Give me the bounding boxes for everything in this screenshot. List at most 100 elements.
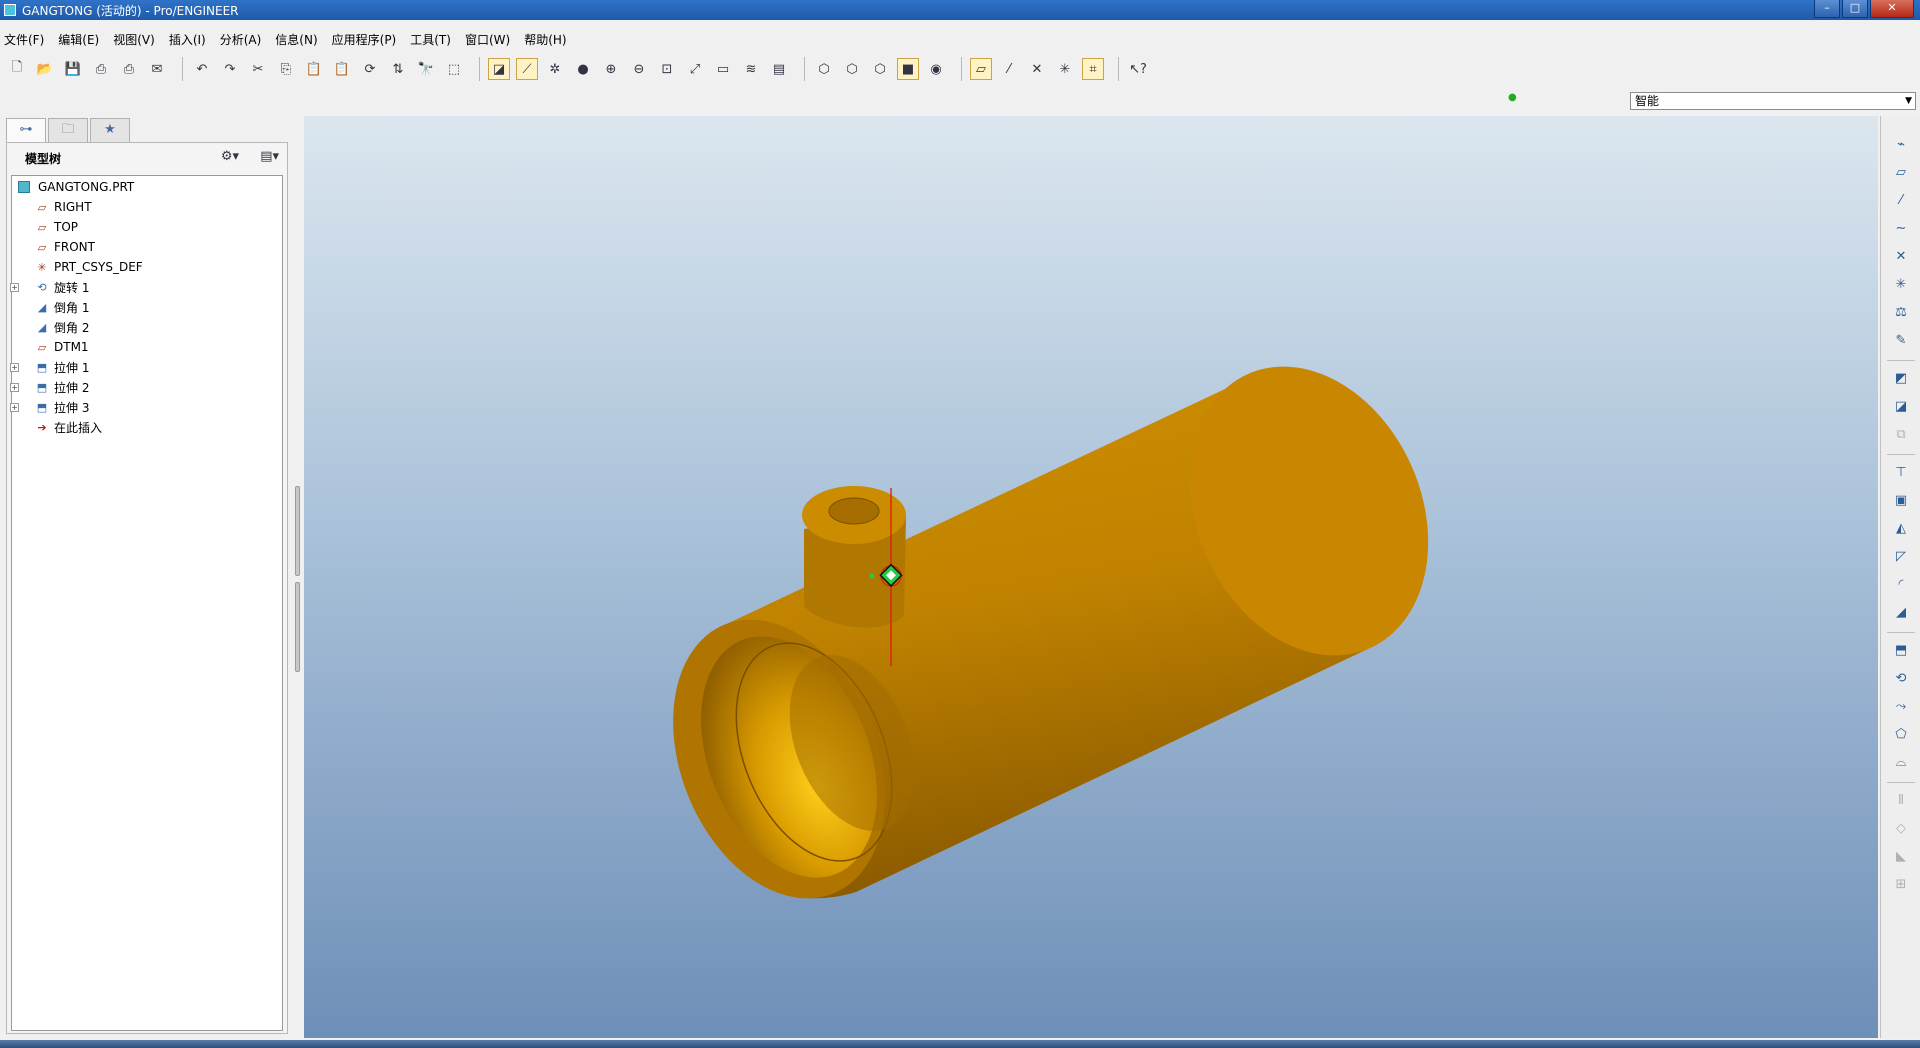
tree-item-csys[interactable]: ✳ PRT_CSYS_DEF <box>34 258 142 276</box>
email-icon[interactable]: ✉ <box>146 58 168 80</box>
minimize-icon[interactable]: – <box>1814 0 1840 18</box>
datum-plane-display-icon[interactable]: ◪ <box>488 58 510 80</box>
splitter-handle[interactable] <box>295 582 300 672</box>
tree-item-extrude-2[interactable]: + ⬒ 拉伸 2 <box>10 378 89 396</box>
reorient-icon[interactable]: ⤢ <box>684 58 706 80</box>
rib-tool-icon[interactable]: ◭ <box>1890 518 1912 540</box>
saved-views-icon[interactable]: ▭ <box>712 58 734 80</box>
find-icon[interactable]: 🔭 <box>415 58 437 80</box>
chamfer-tool-icon[interactable]: ◢ <box>1890 602 1912 624</box>
menu-analysis[interactable]: 分析(A) <box>220 31 262 48</box>
cut-icon[interactable]: ✂ <box>247 58 269 80</box>
analysis-tool-icon[interactable]: ⚖ <box>1890 302 1912 324</box>
annotation-display-icon[interactable]: ⌗ <box>1082 58 1104 80</box>
menu-help[interactable]: 帮助(H) <box>524 31 566 48</box>
paste-special-icon[interactable]: 📋 <box>331 58 353 80</box>
shading-style-icon[interactable]: ● <box>572 58 594 80</box>
extrude-tool-icon[interactable]: ⬒ <box>1890 640 1912 662</box>
no-hidden-icon[interactable]: ⬡ <box>869 58 891 80</box>
tree-settings-icon[interactable]: ⚙▾ <box>221 149 239 164</box>
menu-window[interactable]: 窗口(W) <box>465 31 510 48</box>
save-icon[interactable]: 💾 <box>62 58 84 80</box>
tree-item-right[interactable]: ▱ RIGHT <box>34 198 92 216</box>
sketch-tool-icon[interactable]: ⌁ <box>1890 134 1912 156</box>
tree-item-front[interactable]: ▱ FRONT <box>34 238 95 256</box>
model-canvas[interactable] <box>304 116 1878 1038</box>
regen-manager-icon[interactable]: ⇅ <box>387 58 409 80</box>
round-tool-icon[interactable]: ◜ <box>1890 574 1912 596</box>
hole-tool-icon[interactable]: ⊤ <box>1890 462 1912 484</box>
tree-show-icon[interactable]: ▤▾ <box>260 149 279 164</box>
sweep-tool-icon[interactable]: ⤳ <box>1890 696 1912 718</box>
expand-icon[interactable]: + <box>10 402 19 412</box>
tree-item-chamfer-2[interactable]: ◢ 倒角 2 <box>34 318 90 336</box>
tree-item-extrude-1[interactable]: + ⬒ 拉伸 1 <box>10 358 89 376</box>
tree-item-dtm1[interactable]: ▱ DTM1 <box>34 338 89 356</box>
new-file-icon[interactable]: 🗋 <box>6 58 28 80</box>
menu-info[interactable]: 信息(N) <box>275 31 317 48</box>
datum-points-on-icon[interactable]: ✕ <box>1026 58 1048 80</box>
print-icon[interactable]: ⎙ <box>90 58 112 80</box>
datum-axes-on-icon[interactable]: ⁄ <box>998 58 1020 80</box>
coord-sys-tool-icon[interactable]: ✳ <box>1890 274 1912 296</box>
tree-item-extrude-3[interactable]: + ⬒ 拉伸 3 <box>10 398 89 416</box>
zoom-out-icon[interactable]: ⊖ <box>628 58 650 80</box>
redo-icon[interactable]: ↷ <box>219 58 241 80</box>
menu-insert[interactable]: 插入(I) <box>169 31 206 48</box>
open-file-icon[interactable]: 📂 <box>34 58 56 80</box>
sketched-datum-icon[interactable]: ◩ <box>1890 368 1912 390</box>
spin-center-icon[interactable]: ✲ <box>544 58 566 80</box>
draft-tool-icon[interactable]: ◸ <box>1890 546 1912 568</box>
view-datum-icon[interactable]: ◪ <box>1890 396 1912 418</box>
tree-item-top[interactable]: ▱ TOP <box>34 218 78 236</box>
menu-edit[interactable]: 编辑(E) <box>58 31 99 48</box>
paste-icon[interactable]: 📋 <box>303 58 325 80</box>
expand-icon[interactable]: + <box>10 362 19 372</box>
tree-root[interactable]: GANGTONG.PRT <box>18 178 134 196</box>
coord-sys-on-icon[interactable]: ✳ <box>1054 58 1076 80</box>
datum-axis-display-icon[interactable]: ⟋ <box>516 58 538 80</box>
shell-tool-icon[interactable]: ▣ <box>1890 490 1912 512</box>
datum-plane-tool-icon[interactable]: ▱ <box>1890 162 1912 184</box>
graphics-viewport[interactable] <box>304 116 1878 1038</box>
pen-tool-icon[interactable]: ✎ <box>1890 330 1912 352</box>
refit-icon[interactable]: ⊡ <box>656 58 678 80</box>
copy-icon[interactable]: ⎘ <box>275 58 297 80</box>
maximize-icon[interactable]: □ <box>1842 0 1868 18</box>
print-preview-icon[interactable]: ⎙ <box>118 58 140 80</box>
context-help-icon[interactable]: ↖? <box>1127 58 1149 80</box>
wireframe-icon[interactable]: ⬡ <box>813 58 835 80</box>
expand-icon[interactable]: + <box>10 382 19 392</box>
model-tree-tab-icon[interactable]: ⊶ <box>6 118 46 142</box>
menu-applications[interactable]: 应用程序(P) <box>332 31 397 48</box>
datum-curve-tool-icon[interactable]: ∼ <box>1890 218 1912 240</box>
hidden-line-icon[interactable]: ⬡ <box>841 58 863 80</box>
datum-point-tool-icon[interactable]: ✕ <box>1890 246 1912 268</box>
select-box-icon[interactable]: ⬚ <box>443 58 465 80</box>
menu-file[interactable]: 文件(F) <box>4 31 44 48</box>
enhanced-realism-icon[interactable]: ◉ <box>925 58 947 80</box>
boundary-blend-tool-icon[interactable]: ⌓ <box>1890 752 1912 774</box>
menu-view[interactable]: 视图(V) <box>113 31 155 48</box>
revolve-tool-icon[interactable]: ⟲ <box>1890 668 1912 690</box>
datum-planes-on-icon[interactable]: ▱ <box>970 58 992 80</box>
undo-icon[interactable]: ↶ <box>191 58 213 80</box>
tree-item-chamfer-1[interactable]: ◢ 倒角 1 <box>34 298 90 316</box>
panel-splitter[interactable] <box>295 480 303 680</box>
view-manager-icon[interactable]: ▤ <box>768 58 790 80</box>
regenerate-icon[interactable]: ⟳ <box>359 58 381 80</box>
splitter-handle[interactable] <box>295 486 300 576</box>
selection-filter[interactable]: 智能 ▼ <box>1630 92 1916 110</box>
datum-axis-tool-icon[interactable]: ⁄ <box>1890 190 1912 212</box>
zoom-in-icon[interactable]: ⊕ <box>600 58 622 80</box>
blend-tool-icon[interactable]: ⬠ <box>1890 724 1912 746</box>
tree-item-revolve-1[interactable]: + ⟲ 旋转 1 <box>10 278 89 296</box>
menu-tools[interactable]: 工具(T) <box>410 31 451 48</box>
layers-icon[interactable]: ≋ <box>740 58 762 80</box>
tree-item-insert-here[interactable]: ➔ 在此插入 <box>34 418 102 436</box>
expand-icon[interactable]: + <box>10 282 19 292</box>
favorites-tab-icon[interactable]: ★ <box>90 118 130 142</box>
shading-icon[interactable]: ■ <box>897 58 919 80</box>
folder-browser-tab-icon[interactable]: 🗀 <box>48 118 88 142</box>
close-icon[interactable]: ✕ <box>1870 0 1914 18</box>
